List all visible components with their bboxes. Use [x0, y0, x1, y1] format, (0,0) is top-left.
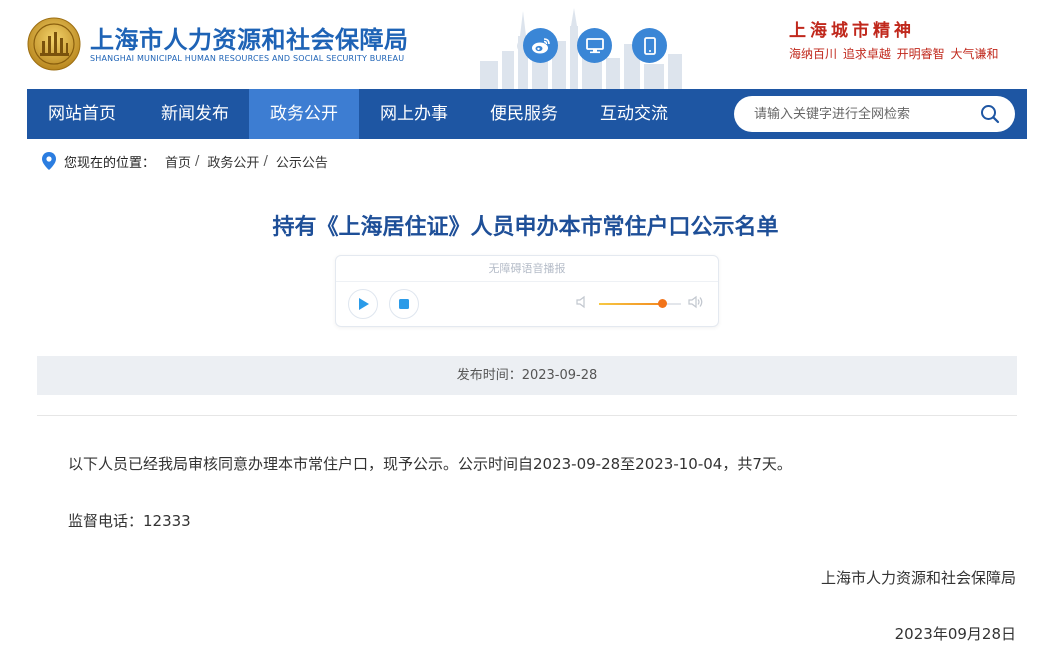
article-title: 持有《上海居住证》人员申办本市常住户口公示名单: [272, 215, 779, 240]
search-button[interactable]: [977, 101, 1003, 127]
article-paragraph: 以下人员已经我局审核同意办理本市常住户口，现予公示。公示时间自2023-09-2…: [68, 455, 792, 473]
supervision-phone: 监督电话：12333: [68, 512, 191, 530]
weibo-button[interactable]: [523, 28, 558, 63]
site-title[interactable]: 上海市人力资源和社会保障局: [90, 20, 409, 55]
play-button[interactable]: [348, 289, 378, 319]
nav-item-gov-affairs[interactable]: 政务公开: [249, 89, 359, 139]
site-subtitle: SHANGHAI MUNICIPAL HUMAN RESOURCES AND S…: [90, 54, 405, 63]
volume-low-icon[interactable]: [576, 295, 590, 309]
nav-item-online-services[interactable]: 网上办事: [359, 89, 469, 139]
nav-item-home[interactable]: 网站首页: [27, 89, 137, 139]
volume-slider[interactable]: [599, 299, 681, 308]
breadcrumb-announcements[interactable]: 公示公告: [276, 152, 328, 171]
play-icon: [359, 298, 369, 310]
breadcrumb-separator: /: [195, 153, 200, 169]
search-icon: [981, 105, 1000, 124]
breadcrumb-gov-affairs[interactable]: 政务公开: [207, 152, 259, 171]
mobile-version-button[interactable]: [632, 28, 667, 63]
search-box: [734, 96, 1015, 132]
breadcrumb-home[interactable]: 首页: [165, 152, 191, 171]
bureau-logo[interactable]: [27, 17, 81, 71]
volume-high-icon[interactable]: [688, 295, 704, 309]
publish-time-bar: 发布时间：2023-09-28: [37, 356, 1017, 395]
content-divider: [37, 415, 1017, 416]
site-header: 上海市人力资源和社会保障局 SHANGHAI MUNICIPAL HUMAN R…: [0, 0, 1051, 89]
breadcrumb-label: 您现在的位置：: [64, 155, 156, 171]
volume-knob[interactable]: [658, 299, 668, 308]
stop-button[interactable]: [389, 289, 419, 319]
city-spirit-words: 海纳百川 追求卓越 开明睿智 大气谦和: [789, 47, 999, 61]
volume-fill: [599, 303, 663, 305]
audio-player-label: 无障碍语音播报: [336, 256, 718, 282]
signature-organization: 上海市人力资源和社会保障局: [820, 569, 1016, 587]
audio-player: 无障碍语音播报: [335, 255, 719, 327]
stop-icon: [399, 299, 409, 309]
city-spirit-title: 上海城市精神: [789, 21, 915, 41]
nav-item-interaction[interactable]: 互动交流: [579, 89, 689, 139]
pc-version-button[interactable]: [577, 28, 612, 63]
nav-item-convenience[interactable]: 便民服务: [469, 89, 579, 139]
nav-item-news[interactable]: 新闻发布: [141, 89, 249, 139]
search-input[interactable]: [752, 96, 972, 132]
main-nav: 网站首页 新闻发布 政务公开 网上办事 便民服务 互动交流: [27, 89, 1027, 139]
breadcrumb-separator: /: [263, 153, 268, 169]
monitor-icon: [585, 37, 604, 53]
mobile-phone-icon: [643, 36, 656, 55]
signature-date: 2023年09月28日: [894, 625, 1016, 643]
weibo-icon: [531, 37, 550, 53]
location-pin-icon: [42, 152, 56, 170]
breadcrumb: 您现在的位置： 首页 / 政务公开 / 公示公告: [42, 150, 328, 172]
